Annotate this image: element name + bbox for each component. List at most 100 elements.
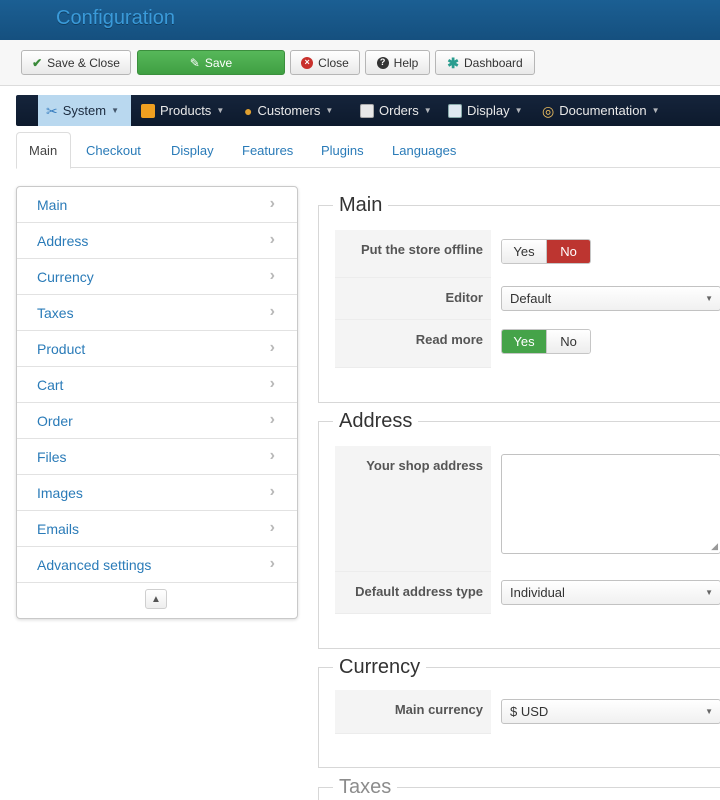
nav-orders[interactable]: Orders ▼ <box>352 95 440 126</box>
dashboard-label: Dashboard <box>464 55 523 70</box>
tab-features[interactable]: Features <box>230 132 305 168</box>
sidemenu-item-label: Currency <box>37 268 94 285</box>
triangle-up-icon: ▲ <box>151 593 161 605</box>
help-button[interactable]: ? Help <box>365 50 430 75</box>
nav-products-label: Products <box>160 103 212 118</box>
chevron-down-icon: ▼ <box>514 106 523 115</box>
editor-label: Editor <box>335 278 491 320</box>
sidemenu-item-currency[interactable]: Currency › <box>17 259 297 295</box>
row-main-currency: Main currency $ USD ▼ <box>335 690 720 734</box>
row-editor: Editor Default ▼ <box>335 278 720 320</box>
dashboard-button[interactable]: ✱ Dashboard <box>435 50 535 75</box>
default-address-type-label: Default address type <box>335 572 491 614</box>
store-offline-no-option[interactable]: No <box>546 240 590 263</box>
chevron-right-icon: › <box>269 303 275 320</box>
chevron-right-icon: › <box>269 411 275 428</box>
sidemenu-item-main[interactable]: Main › <box>17 187 297 223</box>
save-label: Save <box>204 55 233 70</box>
chevron-down-icon: ▼ <box>111 106 119 115</box>
nav-documentation[interactable]: ◎ Documentation ▼ <box>534 95 668 126</box>
nav-products[interactable]: Products ▼ <box>133 95 232 126</box>
row-read-more: Read more Yes No <box>335 320 720 368</box>
nav-orders-label: Orders <box>379 103 419 118</box>
chevron-down-icon: ▼ <box>705 588 713 597</box>
chevron-down-icon: ▼ <box>216 106 225 115</box>
tab-plugins[interactable]: Plugins <box>309 132 376 168</box>
nav-customers-label: Customers <box>257 103 321 118</box>
fieldset-legend-currency: Currency <box>333 656 427 679</box>
sidemenu-item-taxes[interactable]: Taxes › <box>17 295 297 331</box>
save-close-button[interactable]: ✔ Save & Close <box>21 50 131 75</box>
read-more-label: Read more <box>335 320 491 368</box>
resize-handle-icon[interactable]: ◢ <box>711 541 718 552</box>
save-button[interactable]: ✎ Save <box>137 50 285 75</box>
editor-select[interactable]: Default ▼ <box>501 286 720 311</box>
page-title: Configuration <box>56 7 175 29</box>
sidemenu-item-product[interactable]: Product › <box>17 331 297 367</box>
settings-side-menu: Main › Address › Currency › Taxes › Prod… <box>16 186 298 619</box>
tab-checkout[interactable]: Checkout <box>74 132 153 168</box>
sidemenu-item-label: Advanced settings <box>37 556 152 573</box>
read-more-no-option[interactable]: No <box>546 330 590 353</box>
sidemenu-item-label: Product <box>37 340 86 357</box>
scroll-top-button[interactable]: ▲ <box>145 589 167 609</box>
app-header: Configuration <box>0 0 720 40</box>
users-icon: ● <box>244 102 253 119</box>
main-currency-value: $ USD <box>510 704 549 719</box>
chevron-down-icon: ▼ <box>423 106 432 115</box>
chevron-right-icon: › <box>269 483 275 500</box>
sidemenu-item-cart[interactable]: Cart › <box>17 367 297 403</box>
sidemenu-item-files[interactable]: Files › <box>17 439 297 475</box>
fieldset-legend-taxes: Taxes <box>333 776 398 799</box>
read-more-toggle: Yes No <box>501 329 591 354</box>
fieldset-legend-address: Address <box>333 410 419 433</box>
nav-display[interactable]: Display ▼ <box>440 95 531 126</box>
sidemenu-item-label: Address <box>37 232 89 249</box>
default-address-type-value: Individual <box>510 585 565 600</box>
store-offline-yes-option[interactable]: Yes <box>502 240 546 263</box>
sidemenu-item-advanced-settings[interactable]: Advanced settings › <box>17 547 297 583</box>
store-offline-label: Put the store offline <box>335 230 491 278</box>
sidemenu-item-order[interactable]: Order › <box>17 403 297 439</box>
sidemenu-item-label: Emails <box>37 520 80 537</box>
fieldset-legend-main: Main <box>333 194 389 217</box>
sidemenu-item-images[interactable]: Images › <box>17 475 297 511</box>
config-tabs: Main Checkout Display Features Plugins L… <box>16 132 720 169</box>
chevron-down-icon: ▼ <box>705 707 713 716</box>
close-label: Close <box>318 55 349 70</box>
main-currency-label: Main currency <box>335 690 491 734</box>
close-button[interactable]: × Close <box>290 50 360 75</box>
nav-customers[interactable]: ● Customers ▼ <box>236 95 341 126</box>
shop-address-textarea[interactable]: ◢ <box>501 454 720 554</box>
chevron-right-icon: › <box>269 339 275 356</box>
chevron-right-icon: › <box>269 375 275 392</box>
main-currency-select[interactable]: $ USD ▼ <box>501 699 720 724</box>
row-default-address-type: Default address type Individual ▼ <box>335 572 720 614</box>
fieldset-address: Address Your shop address ◢ Default addr… <box>318 410 720 649</box>
fieldset-currency: Currency Main currency $ USD ▼ <box>318 656 720 768</box>
tab-main[interactable]: Main <box>16 132 71 169</box>
display-icon <box>448 103 462 118</box>
sidemenu-item-label: Cart <box>37 376 64 393</box>
store-offline-toggle: Yes No <box>501 239 591 264</box>
read-more-yes-option[interactable]: Yes <box>502 330 546 353</box>
nav-system[interactable]: ✂ System ▼ <box>38 95 131 126</box>
sidemenu-item-label: Order <box>37 412 73 429</box>
sidemenu-item-label: Files <box>37 448 67 465</box>
nav-system-label: System <box>62 103 107 118</box>
box-icon <box>141 103 155 118</box>
tab-display[interactable]: Display <box>159 132 226 168</box>
chevron-right-icon: › <box>269 555 275 572</box>
shop-address-label: Your shop address <box>335 446 491 572</box>
chevron-right-icon: › <box>269 195 275 212</box>
fieldset-taxes: Taxes <box>318 776 720 800</box>
default-address-type-select[interactable]: Individual ▼ <box>501 580 720 605</box>
sidemenu-item-label: Taxes <box>37 304 74 321</box>
tab-languages[interactable]: Languages <box>380 132 468 168</box>
nav-display-label: Display <box>467 103 510 118</box>
sidemenu-item-label: Images <box>37 484 83 501</box>
sidemenu-item-emails[interactable]: Emails › <box>17 511 297 547</box>
chevron-down-icon: ▼ <box>705 294 713 303</box>
sidemenu-item-address[interactable]: Address › <box>17 223 297 259</box>
editor-select-value: Default <box>510 291 552 306</box>
